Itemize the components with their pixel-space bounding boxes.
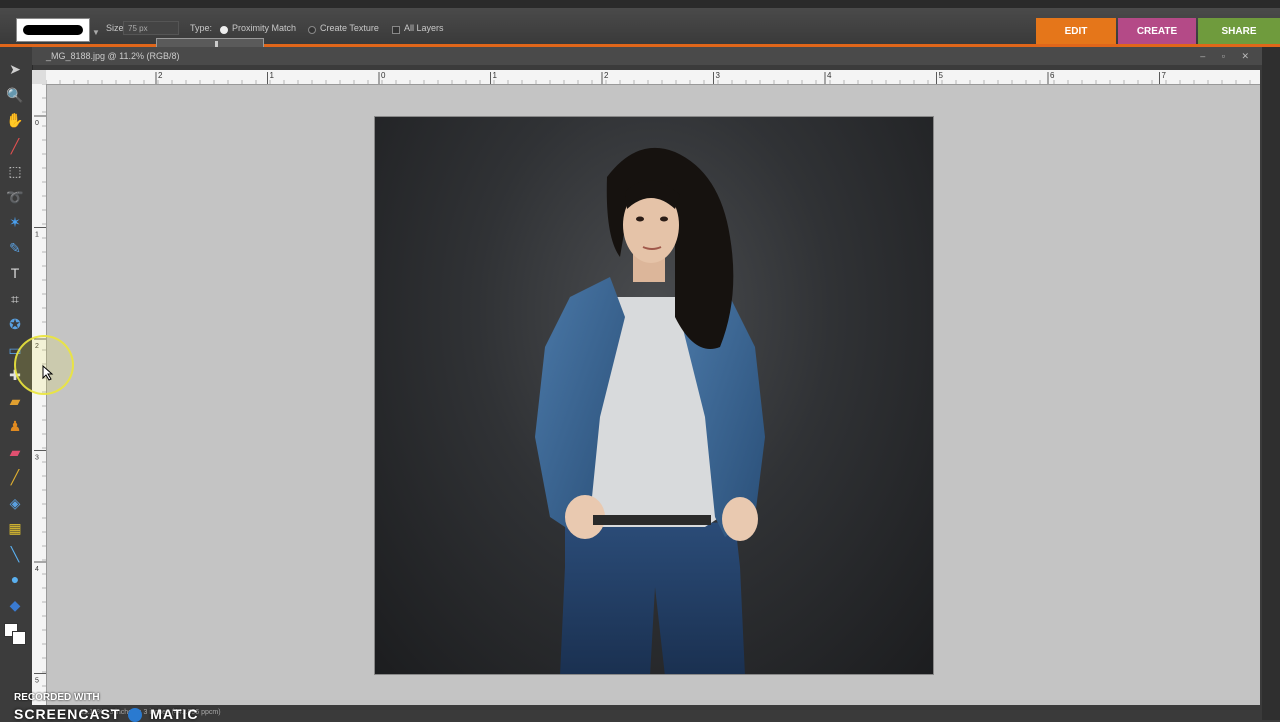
ruler-label: 0 [381,71,386,80]
mode-tab-edit[interactable]: EDIT [1036,18,1116,44]
eyedropper-tool-icon[interactable]: ╱ [5,136,25,156]
panel-bin-scrollbar[interactable] [1262,47,1280,720]
watermark-recorded-with: RECORDED WITH [14,692,100,703]
size-input[interactable]: 75 px [123,21,179,35]
brush-preset-picker[interactable] [16,18,90,42]
status-bar: 11.16% · 3 inches × 3 inches (441.896 pp… [32,705,1262,720]
paint-bucket-tool-icon[interactable]: ◈ [5,493,25,513]
title-strip [0,0,1280,8]
create-texture-radio[interactable] [308,26,316,34]
cookie-cutter-tool-icon[interactable]: ✪ [5,314,25,334]
crop-tool-icon[interactable]: ⌗ [5,289,25,309]
mode-tab-create[interactable]: CREATE [1118,18,1196,44]
spot-healing-tool-icon[interactable]: ▰ [5,391,25,411]
ruler-label: 5 [35,678,39,685]
clone-stamp-tool-icon[interactable]: ♟ [5,416,25,436]
marquee-tool-icon[interactable]: ⬚ [5,161,25,181]
document-tab[interactable]: _MG_8188.jpg @ 11.2% (RGB/8) – ▫ ✕ [32,47,1262,65]
chevron-down-icon[interactable]: ▼ [92,28,100,37]
portrait-illustration [535,147,765,674]
ruler-label: 1 [35,232,39,239]
ruler-label: 5 [939,71,944,80]
ruler-label: 2 [604,71,609,80]
ruler-label: 0 [35,120,39,127]
mode-tab-share[interactable]: SHARE [1198,18,1280,44]
proximity-match-label[interactable]: Proximity Match [232,23,296,33]
type-label: Type: [190,23,213,33]
proximity-match-radio[interactable] [220,26,228,34]
ruler-label: 6 [1050,71,1055,80]
eraser-tool-icon[interactable]: ▰ [5,442,25,462]
line-tool-icon[interactable]: ╲ [5,544,25,564]
ruler-label: 7 [1162,71,1167,80]
quick-selection-tool-icon[interactable]: ✎ [5,238,25,258]
ruler-label: 3 [35,455,39,462]
create-texture-label[interactable]: Create Texture [320,23,379,33]
horizontal-ruler: 2 1 0 1 2 3 4 5 6 7 [46,70,1260,85]
tool-options-bar: ▼ Size: 75 px Type: Proximity Match Crea… [0,8,1280,54]
type-tool-icon[interactable]: T [5,263,25,283]
background-color-swatch[interactable] [12,631,26,645]
magic-wand-tool-icon[interactable]: ✶ [5,212,25,232]
ruler-label: 4 [827,71,832,80]
gradient-tool-icon[interactable]: ▦ [5,518,25,538]
brush-stroke-preview [23,25,83,35]
hand-tool-icon[interactable]: ✋ [5,110,25,130]
brush-tool-icon[interactable]: ╱ [5,467,25,487]
zoom-tool-icon[interactable]: 🔍 [5,85,25,105]
all-layers-label[interactable]: All Layers [404,23,444,33]
blur-tool-icon[interactable]: ● [5,569,25,589]
sponge-tool-icon[interactable]: ◆ [5,595,25,615]
ruler-label: 4 [35,566,39,573]
lasso-tool-icon[interactable]: ➰ [5,187,25,207]
ruler-label: 1 [493,71,498,80]
mouse-cursor-icon [42,365,54,381]
ruler-label: 2 [158,71,163,80]
ruler-corner [32,70,46,84]
document-photo[interactable] [374,116,934,675]
ruler-label: 1 [270,71,275,80]
window-controls[interactable]: – ▫ ✕ [1200,47,1256,65]
document-title: _MG_8188.jpg @ 11.2% (RGB/8) [46,51,180,61]
move-tool-icon[interactable]: ➤ [5,59,25,79]
all-layers-checkbox[interactable] [392,26,400,34]
ruler-label: 3 [716,71,721,80]
